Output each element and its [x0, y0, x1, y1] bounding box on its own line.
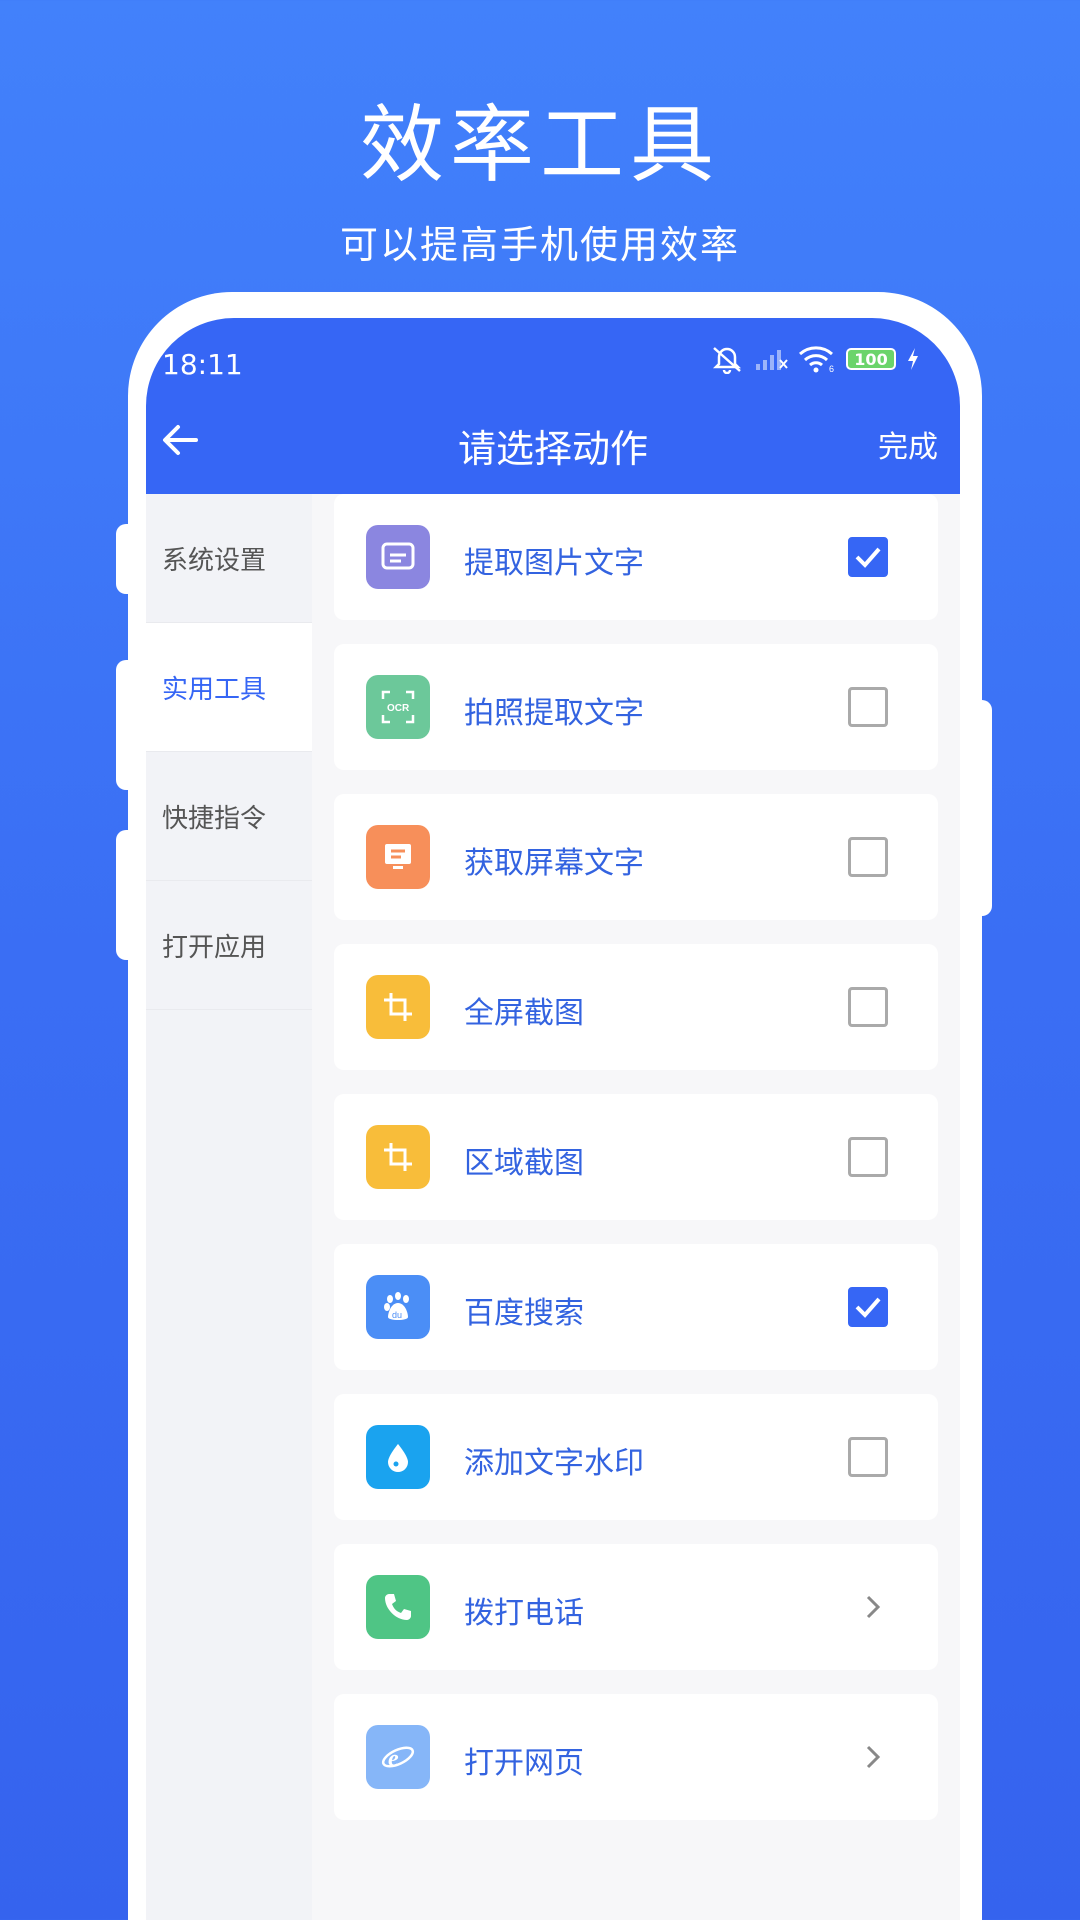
checkmark-icon: [855, 547, 881, 568]
action-card-open-webpage[interactable]: e 打开网页: [334, 1694, 938, 1820]
action-label: 提取图片文字: [464, 546, 644, 581]
category-sidebar: 系统设置 实用工具 快捷指令 打开应用: [146, 494, 312, 1920]
sidebar-item-utilities[interactable]: 实用工具: [146, 623, 312, 752]
crop-icon: [366, 1125, 430, 1189]
sidebar-item-label: 打开应用: [162, 932, 267, 963]
action-card-screen-text[interactable]: 获取屏幕文字: [334, 794, 938, 920]
action-list: 提取图片文字 OCR 拍照提取文字 获取屏幕文字 全屏截图 区域截图 du 百度…: [312, 494, 960, 1920]
action-label: 添加文字水印: [464, 1446, 644, 1481]
sidebar-item-system-settings[interactable]: 系统设置: [146, 494, 312, 623]
action-label: 区域截图: [464, 1146, 584, 1181]
action-card-fullscreen-screenshot[interactable]: 全屏截图: [334, 944, 938, 1070]
sidebar-item-label: 实用工具: [162, 674, 267, 705]
promo-subtitle: 可以提高手机使用效率: [339, 223, 740, 267]
wifi-icon: 6: [799, 346, 834, 373]
status-time: 18:11: [162, 348, 243, 381]
action-card-extract-image-text[interactable]: 提取图片文字: [334, 494, 938, 620]
action-checkbox[interactable]: [848, 1137, 888, 1177]
app-bar: 18:11 6 100 请选择动作 完成: [146, 318, 960, 494]
action-checkbox[interactable]: [848, 687, 888, 727]
svg-text:du: du: [392, 1310, 402, 1320]
page-title: 请选择动作: [457, 427, 648, 471]
battery-indicator: 100: [846, 348, 896, 370]
water-drop-icon: [366, 1425, 430, 1489]
action-label: 全屏截图: [464, 996, 584, 1031]
action-card-baidu-search[interactable]: du 百度搜索: [334, 1244, 938, 1370]
done-button[interactable]: 完成: [878, 422, 938, 466]
sidebar-item-label: 系统设置: [162, 545, 267, 576]
action-label: 获取屏幕文字: [464, 846, 644, 881]
screen-text-icon: [366, 825, 430, 889]
action-card-photo-ocr[interactable]: OCR 拍照提取文字: [334, 644, 938, 770]
action-label: 打开网页: [464, 1746, 584, 1781]
crop-icon: [366, 975, 430, 1039]
action-label: 拨打电话: [464, 1596, 584, 1631]
mute-icon: [712, 347, 742, 374]
sidebar-item-shortcuts[interactable]: 快捷指令: [146, 752, 312, 881]
checkmark-icon: [855, 1297, 881, 1318]
sidebar-item-open-app[interactable]: 打开应用: [146, 881, 312, 1010]
status-icons: 6 100: [710, 344, 920, 374]
action-checkbox[interactable]: [848, 537, 888, 577]
action-card-phone-call[interactable]: 拨打电话: [334, 1544, 938, 1670]
action-card-add-watermark[interactable]: 添加文字水印: [334, 1394, 938, 1520]
action-checkbox[interactable]: [848, 1287, 888, 1327]
baidu-icon: du: [366, 1275, 430, 1339]
action-label: 拍照提取文字: [464, 696, 644, 731]
action-checkbox[interactable]: [848, 837, 888, 877]
action-label: 百度搜索: [464, 1296, 584, 1331]
promo-title: 效率工具: [359, 96, 720, 194]
signal-icon: [756, 350, 788, 370]
svg-text:OCR: OCR: [387, 703, 410, 714]
phone-screen: 18:11 6 100 请选择动作 完成 系统设置 实用工具 快捷指令 打开应用…: [146, 318, 960, 1920]
charging-icon: [908, 348, 918, 370]
phone-icon: [366, 1575, 430, 1639]
action-checkbox[interactable]: [848, 1437, 888, 1477]
svg-text:e: e: [388, 1746, 399, 1772]
chevron-right-icon: [866, 1745, 881, 1769]
browser-icon: e: [366, 1725, 430, 1789]
action-card-area-screenshot[interactable]: 区域截图: [334, 1094, 938, 1220]
image-text-icon: [366, 525, 430, 589]
chevron-right-icon: [866, 1595, 881, 1619]
action-checkbox[interactable]: [848, 987, 888, 1027]
svg-text:6: 6: [829, 364, 834, 373]
ocr-icon: OCR: [366, 675, 430, 739]
sidebar-item-label: 快捷指令: [162, 803, 267, 834]
